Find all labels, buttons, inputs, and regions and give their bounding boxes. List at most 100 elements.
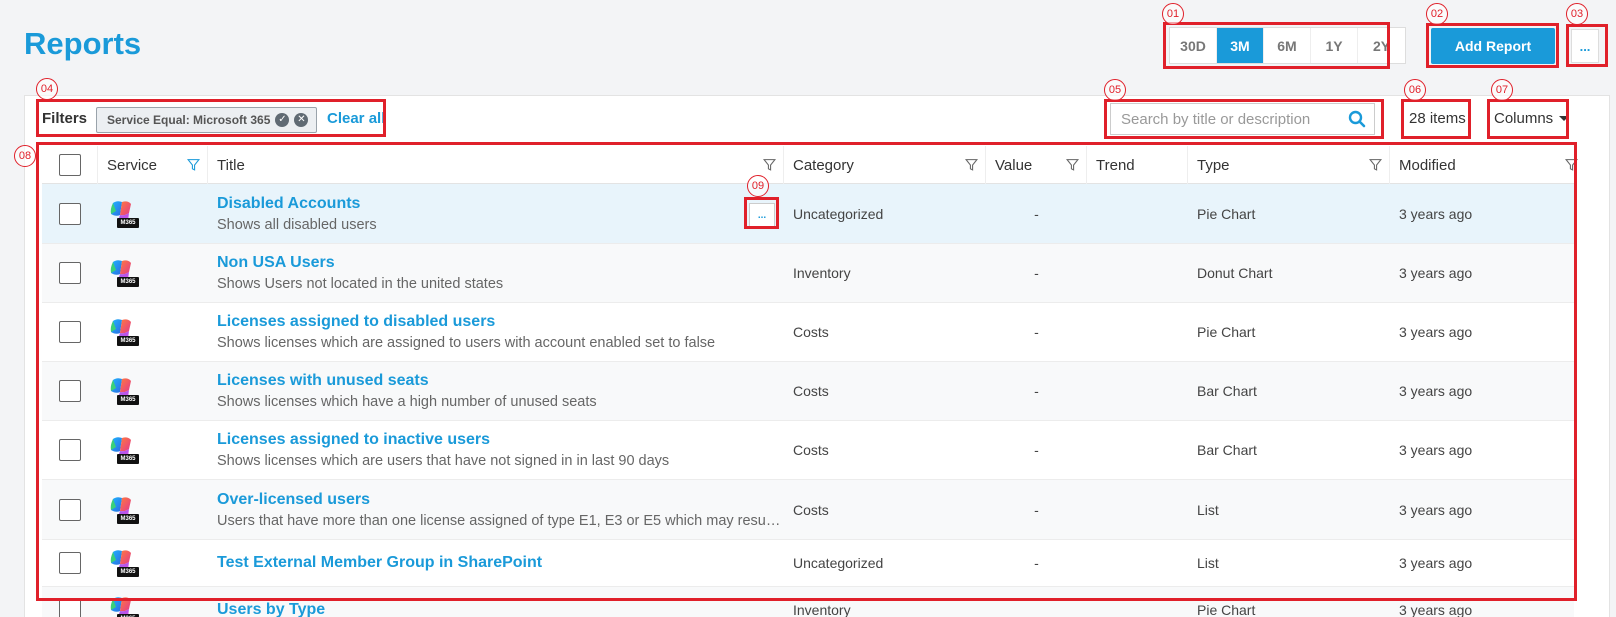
remove-icon[interactable]: ✕ [294,113,309,127]
filter-icon[interactable] [1565,158,1578,171]
microsoft-365-icon: M365 [107,199,139,229]
reports-table: Service Title Category Value Trend Type … [42,146,1578,617]
row-checkbox[interactable] [59,380,81,402]
report-title-link[interactable]: Licenses with unused seats [217,372,429,390]
table-header: Service Title Category Value Trend Type … [42,146,1578,184]
category-cell: Inventory [793,265,851,281]
period-6m-button[interactable]: 6M [1264,28,1311,63]
row-checkbox[interactable] [59,552,81,574]
service-badge-text: M365 [120,397,136,403]
more-actions-button[interactable]: ... [1571,29,1599,63]
header-type[interactable]: Type [1188,146,1390,184]
value-cell: - [1034,205,1039,222]
row-checkbox[interactable] [59,598,81,617]
row-checkbox[interactable] [59,439,81,461]
page-title: Reports [24,26,142,61]
microsoft-365-icon: M365 [107,258,139,288]
report-title-link[interactable]: Over-licensed users [217,491,370,509]
header-category[interactable]: Category [784,146,986,184]
report-description: Shows licenses which are assigned to use… [217,335,716,351]
row-select-cell [42,303,98,361]
report-title-link[interactable]: Users by Type [217,601,325,617]
value-cell [986,587,1087,617]
modified-cell: 3 years ago [1399,205,1473,222]
category-cell: Uncategorized [793,205,884,222]
filter-icon[interactable] [1066,158,1079,171]
annotation-badge-02: 02 [1426,3,1448,25]
table-row[interactable]: M365 Licenses with unused seats Shows li… [42,362,1574,421]
filter-icon[interactable] [763,158,776,171]
type-cell: Bar Chart [1197,442,1257,458]
period-30d-button[interactable]: 30D [1170,28,1217,63]
row-select-cell [42,244,98,302]
type-cell: Bar Chart [1197,383,1257,399]
search-icon[interactable] [1348,110,1366,128]
search-input[interactable] [1121,110,1348,128]
category-cell: Inventory [793,601,851,617]
trend-cell [1087,587,1188,617]
service-cell: M365 [98,587,208,617]
table-row[interactable]: M365 Over-licensed users Users that have… [42,480,1574,540]
select-all-checkbox[interactable] [58,154,81,176]
header-trend[interactable]: Trend [1087,146,1188,184]
row-checkbox[interactable] [59,498,81,521]
period-1y-button[interactable]: 1Y [1311,28,1358,63]
title-cell: Test External Member Group in SharePoint [208,540,784,586]
row-select-cell [42,184,98,243]
table-row[interactable]: M365 Licenses assigned to disabled users… [42,303,1574,362]
annotation-badge-05: 05 [1104,79,1126,101]
filter-icon[interactable] [187,158,200,171]
period-3m-button[interactable]: 3M [1217,28,1264,63]
table-row[interactable]: M365 Non USA Users Shows Users not locat… [42,244,1574,303]
table-row[interactable]: M365 Test External Member Group in Share… [42,540,1574,587]
columns-dropdown[interactable]: Columns [1494,110,1570,127]
header-service[interactable]: Service [98,146,208,184]
service-cell: M365 [98,540,208,586]
type-cell: Pie Chart [1197,324,1256,340]
microsoft-365-icon: M365 [107,317,139,347]
header-value[interactable]: Value [986,146,1087,184]
add-report-button[interactable]: Add Report [1431,28,1555,64]
clear-all-link[interactable]: Clear all [327,110,385,127]
filter-icon[interactable] [965,158,978,171]
trend-cell [1087,184,1188,243]
period-selector: 30D 3M 6M 1Y 2Y [1169,27,1406,64]
annotation-badge-09: 09 [747,175,769,197]
value-cell: - [1034,501,1039,518]
annotation-badge-03: 03 [1566,3,1588,25]
filter-chip[interactable]: Service Equal: Microsoft 365 ✓ ✕ [96,107,318,133]
annotation-badge-08: 08 [14,145,36,167]
report-description: Shows licenses which have a high number … [217,394,597,410]
table-row[interactable]: M365 Disabled Accounts Shows all disable… [42,184,1574,244]
service-cell: M365 [98,303,208,361]
report-title-link[interactable]: Disabled Accounts [217,195,360,213]
trend-cell [1087,480,1188,539]
report-title-link[interactable]: Non USA Users [217,254,335,272]
service-badge-text: M365 [120,279,136,285]
category-cell: Costs [793,442,829,458]
table-row[interactable]: M365 Users by Type Inventory Pie Chart 3… [42,587,1574,617]
header-modified[interactable]: Modified [1390,146,1578,184]
microsoft-365-icon: M365 [107,435,139,465]
row-checkbox[interactable] [59,202,81,225]
header-title[interactable]: Title [208,146,784,184]
row-select-cell [42,587,98,617]
category-cell: Costs [793,383,829,399]
table-row[interactable]: M365 Licenses assigned to inactive users… [42,421,1574,480]
period-2y-button[interactable]: 2Y [1358,28,1405,63]
row-select-cell [42,540,98,586]
microsoft-365-icon: M365 [107,595,139,617]
row-more-button[interactable]: ... [749,203,775,227]
filter-icon[interactable] [1369,158,1382,171]
report-title-link[interactable]: Test External Member Group in SharePoint [217,554,542,572]
service-cell: M365 [98,244,208,302]
row-checkbox[interactable] [59,262,81,284]
report-title-link[interactable]: Licenses assigned to inactive users [217,431,490,449]
annotation-badge-06: 06 [1404,79,1426,101]
service-badge-text: M365 [120,456,136,462]
title-cell: Over-licensed users Users that have more… [208,480,784,539]
report-title-link[interactable]: Licenses assigned to disabled users [217,313,495,331]
row-checkbox[interactable] [59,321,81,343]
items-count: 28 items [1409,110,1466,127]
check-icon[interactable]: ✓ [275,113,290,127]
